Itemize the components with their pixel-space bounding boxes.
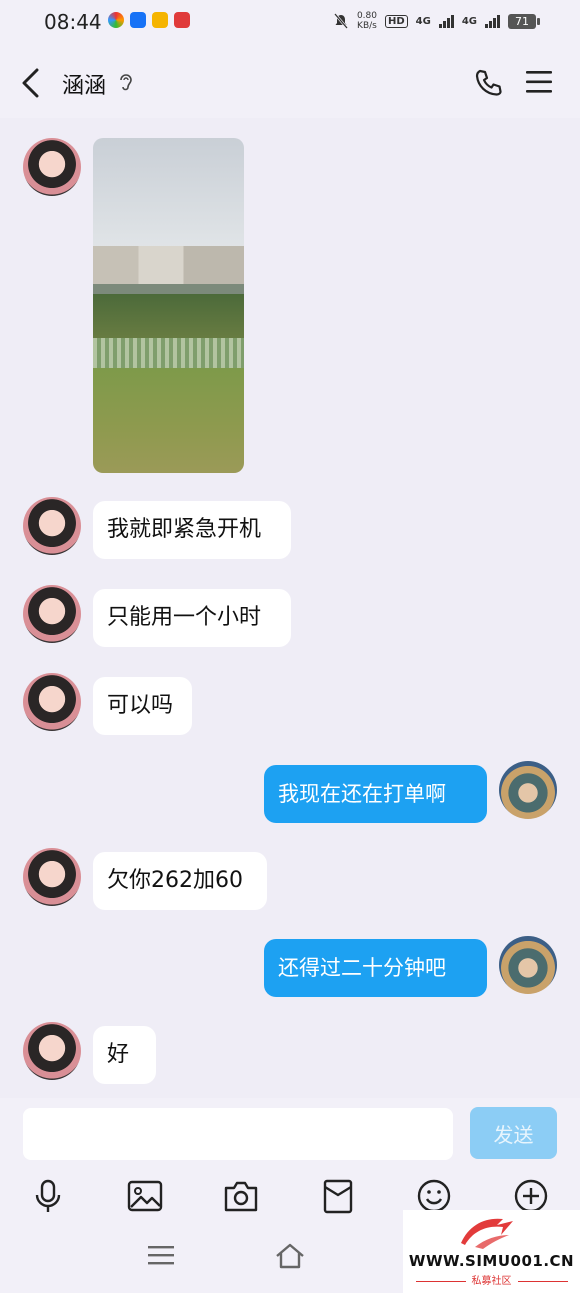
red-packet-icon[interactable] — [320, 1178, 356, 1214]
message-bubble-received[interactable]: 好 — [93, 1026, 156, 1084]
sim2-label: 4G — [461, 15, 477, 27]
message-bubble-received[interactable]: 我就即紧急开机 — [93, 501, 291, 559]
message-bubble-received[interactable]: 可以吗 — [93, 677, 192, 735]
zhihu-icon — [130, 12, 146, 28]
message-bubble-received[interactable]: 只能用一个小时 — [93, 589, 291, 647]
message-bubble-sent[interactable]: 还得过二十分钟吧 — [264, 939, 487, 997]
signal-icon — [438, 14, 454, 28]
my-avatar[interactable] — [499, 936, 557, 994]
ear-icon[interactable] — [118, 72, 134, 94]
net-speed-unit: KB/s — [357, 21, 377, 31]
message-bubble-sent[interactable]: 我现在还在打单啊 — [264, 765, 487, 823]
signal-icon — [485, 14, 500, 28]
status-time: 08:44 — [44, 10, 102, 34]
message-input[interactable] — [23, 1108, 453, 1160]
watermark-site: WWW.SIMU001.CN — [408, 1252, 575, 1270]
app-notification-icon — [108, 12, 124, 28]
notification-icons — [108, 12, 190, 28]
menu-icon[interactable] — [526, 70, 552, 94]
phone-call-icon[interactable] — [474, 68, 504, 98]
nav-home-icon[interactable] — [274, 1242, 306, 1270]
net-speed-value: 0.80 — [356, 11, 377, 21]
nav-menu-icon[interactable] — [148, 1244, 174, 1266]
network-speed: 0.80 KB/s — [357, 11, 377, 31]
emoji-icon[interactable] — [416, 1178, 452, 1214]
chat-title: 涵涵 — [62, 74, 107, 99]
hd-badge: HD — [384, 14, 408, 28]
back-arrow-icon[interactable] — [20, 68, 42, 98]
watermark-subtitle: 私募社区 — [403, 1272, 580, 1287]
watermark: WWW.SIMU001.CN 私募社区 — [403, 1210, 580, 1293]
image-message[interactable] — [93, 138, 244, 473]
app-notification-icon — [152, 12, 168, 28]
mute-bell-icon — [333, 13, 348, 29]
contact-avatar[interactable] — [23, 138, 81, 196]
plus-icon[interactable] — [513, 1178, 549, 1214]
contact-avatar[interactable] — [23, 848, 81, 906]
watermark-logo-icon — [461, 1218, 513, 1249]
my-avatar[interactable] — [499, 761, 557, 819]
contact-avatar[interactable] — [23, 673, 81, 731]
app-notification-icon — [174, 12, 190, 28]
send-button[interactable]: 发送 — [470, 1107, 557, 1159]
contact-avatar[interactable] — [23, 585, 81, 643]
image-icon[interactable] — [127, 1178, 163, 1214]
message-bubble-received[interactable]: 欠你262加60 — [93, 852, 267, 910]
chat-header: 涵涵 — [0, 46, 580, 118]
microphone-icon[interactable] — [30, 1178, 66, 1214]
battery-indicator: 71 — [508, 13, 540, 29]
status-bar: 08:44 0.80 KB/s HD 4G 4G 71 — [0, 0, 580, 46]
sim1-label: 4G — [415, 15, 431, 27]
contact-avatar[interactable] — [23, 497, 81, 555]
camera-icon[interactable] — [223, 1178, 259, 1214]
contact-avatar[interactable] — [23, 1022, 81, 1080]
status-right: 0.80 KB/s HD 4G 4G 71 — [333, 11, 540, 31]
